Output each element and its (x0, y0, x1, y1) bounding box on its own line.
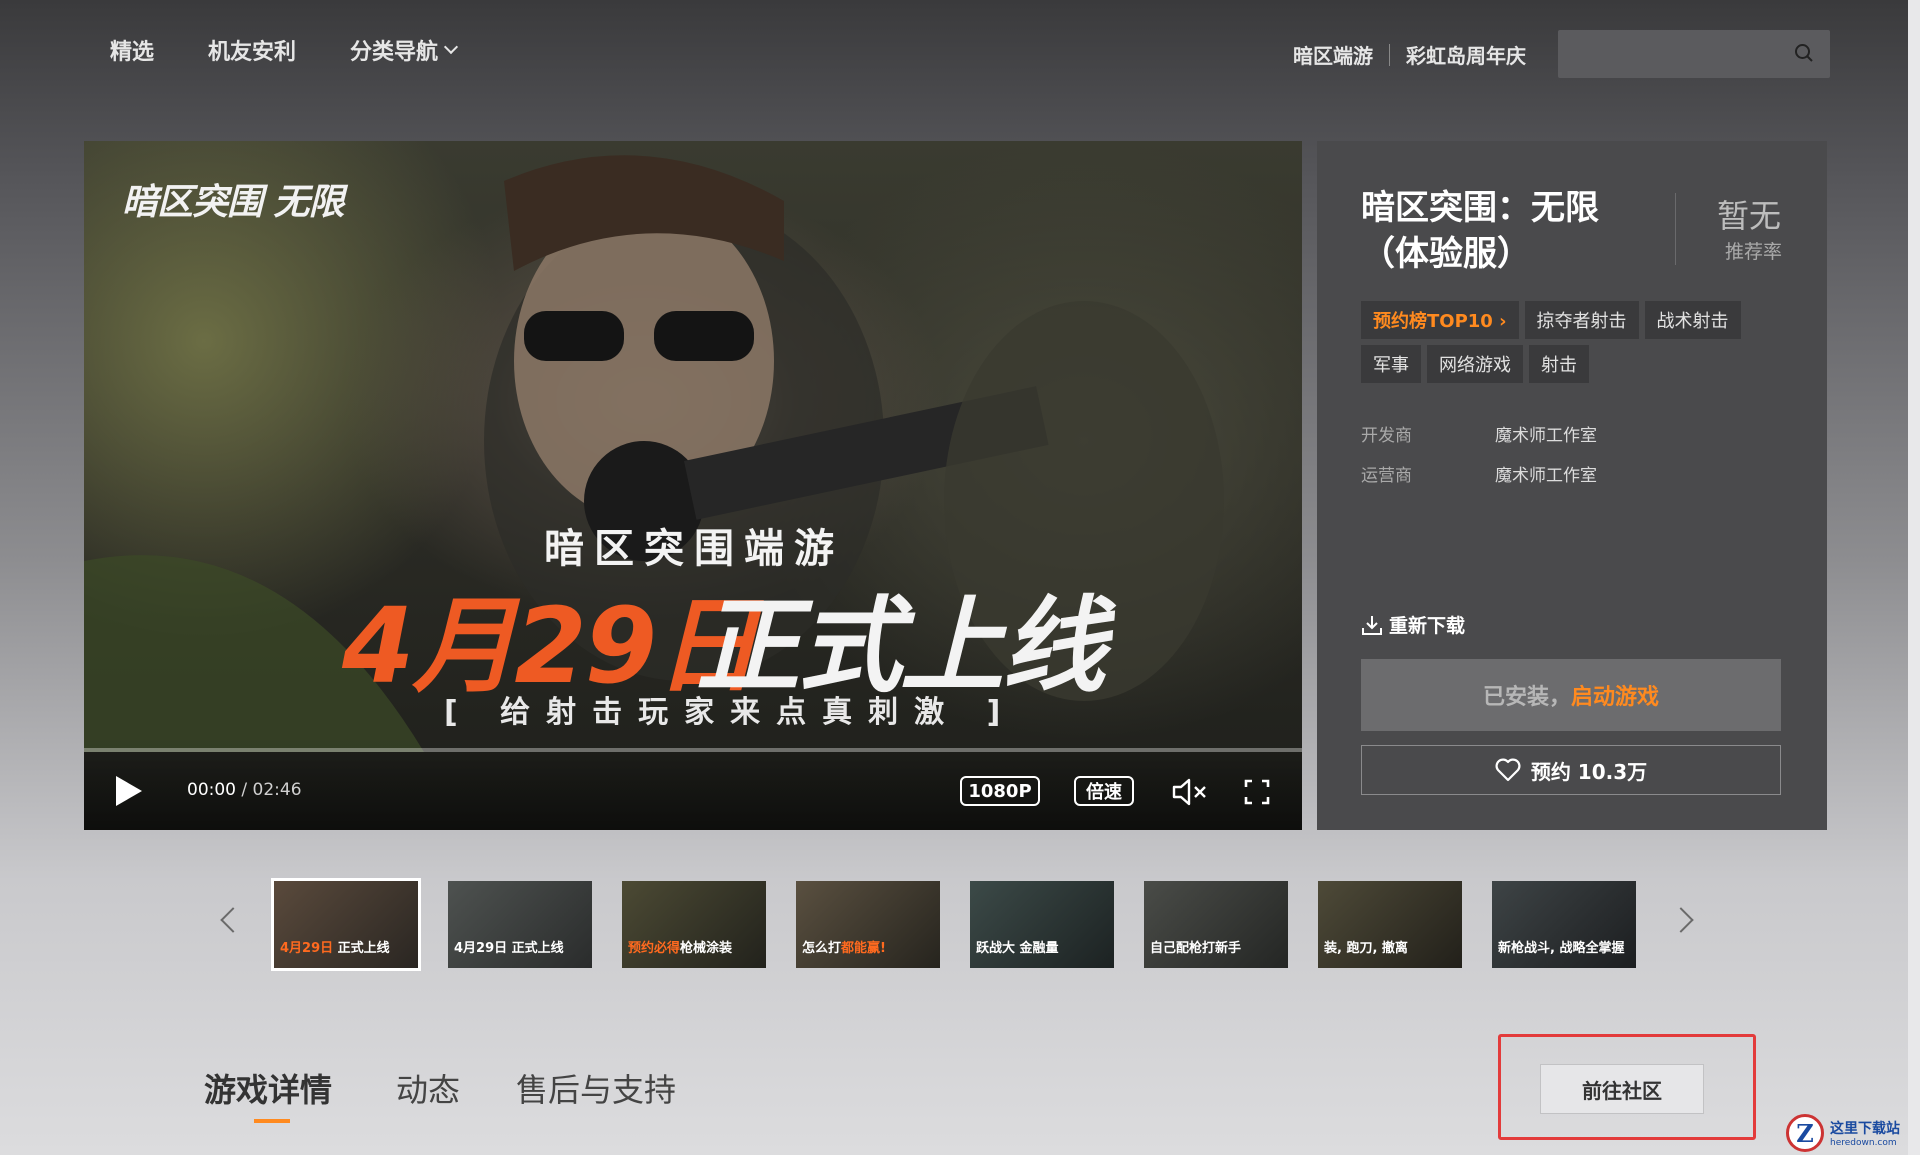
tag[interactable]: 掠夺者射击 (1524, 301, 1639, 339)
video-player[interactable]: 暗区突围 无限 暗区突围端游 4月29日 正式上线 [ 给射击玩家来点真刺激 ]… (84, 141, 1302, 830)
window-edge (1908, 0, 1920, 1155)
watermark-text: 这里下载站 heredown.com (1830, 1118, 1900, 1148)
thumbnail-caption: 跃战大 金融量 (976, 937, 1059, 956)
tab-game-details[interactable]: 游戏详情 (204, 1065, 332, 1111)
installed-label: 已安装， (1482, 685, 1571, 710)
video-tagline: [ 给射击玩家来点真刺激 ] (444, 695, 1017, 730)
caption-text: 自己配枪打新手 (1150, 941, 1242, 956)
tag[interactable]: 军事 (1361, 345, 1421, 383)
nav-label: 机友安利 (208, 40, 297, 65)
caption-text: 跃战大 金融量 (976, 941, 1059, 956)
game-info-panel: 暗区突围：无限 （体验服） 暂无 推荐率 预约榜TOP10 › 掠夺者射击 战术… (1317, 141, 1827, 830)
nav-item-recommend[interactable]: 机友安利 (208, 34, 296, 66)
speed-button[interactable]: 倍速 (1074, 776, 1134, 806)
watermark-logo: Z (1786, 1114, 1824, 1152)
thumbnail-caption: 4月29日 正式上线 (280, 937, 390, 956)
caption-highlight: 预约必得 (628, 941, 681, 956)
thumbnail[interactable]: 怎么打都能赢! (796, 881, 940, 968)
current-time: 00:00 (187, 780, 236, 800)
thumbnail[interactable]: 自己配枪打新手 (1144, 881, 1288, 968)
caption-highlight: 都能赢! (841, 941, 886, 956)
divider (1389, 43, 1390, 66)
play-icon[interactable] (116, 776, 142, 806)
caption-text: 装, 跑刀, 撤离 (1324, 941, 1408, 956)
reserve-label: 预约 10.3万 (1530, 759, 1648, 784)
thumbnail[interactable]: 跃战大 金融量 (970, 881, 1114, 968)
thumbnail-caption: 预约必得枪械涂装 (628, 937, 732, 956)
redownload-link[interactable]: 重新下载 (1361, 611, 1465, 638)
search-icon[interactable] (1794, 43, 1814, 63)
rating-label: 推荐率 (1725, 241, 1783, 263)
game-title-line1: 暗区突围：无限 (1361, 188, 1599, 228)
game-title-line2: （体验服） (1361, 234, 1531, 274)
rating-value: 暂无 (1717, 197, 1782, 235)
thumbnail[interactable]: 装, 跑刀, 撤离 (1318, 881, 1462, 968)
promo-links: 暗区端游 彩虹岛周年庆 (1293, 40, 1526, 69)
watermark: Z 这里下载站 heredown.com (1786, 1114, 1916, 1152)
video-controls: 00:00 / 02:46 1080P 倍速 (84, 752, 1302, 830)
thumbnail-caption: 4月29日 正式上线 (454, 937, 564, 956)
divider (1675, 193, 1676, 265)
watermark-url: heredown.com (1830, 1138, 1897, 1148)
go-to-community-button[interactable]: 前往社区 (1540, 1064, 1704, 1114)
tab-support[interactable]: 售后与支持 (516, 1065, 676, 1111)
caption-text: 正式上线 (333, 941, 390, 956)
caption-highlight: 4月29日 (280, 941, 334, 956)
quality-button[interactable]: 1080P (960, 776, 1040, 806)
caption-text: 怎么打 (802, 941, 842, 956)
time-separator: / (236, 780, 253, 800)
nav-item-featured[interactable]: 精选 (110, 34, 154, 66)
redownload-label: 重新下载 (1389, 615, 1466, 637)
nav-item-categories[interactable]: 分类导航 (350, 34, 459, 66)
reserve-button[interactable]: 预约 10.3万 (1361, 745, 1781, 795)
thumbnail-caption: 怎么打都能赢! (802, 937, 886, 956)
promo-link-anniversary[interactable]: 彩虹岛周年庆 (1406, 40, 1526, 69)
thumbnail[interactable]: 预约必得枪械涂装 (622, 881, 766, 968)
developer-row: 开发商 魔术师工作室 (1361, 421, 1597, 446)
tag-list: 预约榜TOP10 › 掠夺者射击 战术射击 军事 网络游戏 射击 (1361, 301, 1801, 383)
heart-icon (1495, 758, 1521, 782)
tag[interactable]: 网络游戏 (1427, 345, 1523, 383)
thumbnail-caption: 新枪战斗, 战略全掌握 (1498, 937, 1624, 956)
tab-updates[interactable]: 动态 (396, 1065, 460, 1111)
thumbnail-caption: 装, 跑刀, 撤离 (1324, 937, 1408, 956)
publisher-value: 魔术师工作室 (1495, 466, 1597, 486)
caption-text: 枪械涂装 (680, 941, 733, 956)
video-logo: 暗区突围 无限 (122, 182, 345, 223)
caption-text: 新枪战斗, 战略全掌握 (1498, 941, 1625, 956)
duration: 02:46 (252, 780, 302, 800)
thumbnail[interactable]: 新枪战斗, 战略全掌握 (1492, 881, 1636, 968)
publisher-row: 运营商 魔术师工作室 (1361, 461, 1597, 486)
game-title: 暗区突围：无限 （体验服） (1361, 185, 1661, 277)
launch-label: 启动游戏 (1571, 685, 1660, 710)
thumb-prev-icon[interactable] (220, 907, 246, 933)
thumb-next-icon[interactable] (1668, 907, 1694, 933)
thumbnail[interactable]: 4月29日 正式上线 (448, 881, 592, 968)
publisher-label: 运营商 (1361, 466, 1412, 486)
nav-label: 精选 (110, 40, 155, 65)
launch-game-button[interactable]: 已安装， 启动游戏 (1361, 659, 1781, 731)
download-icon (1362, 615, 1382, 635)
watermark-name: 这里下载站 (1830, 1121, 1900, 1137)
search-input[interactable] (1558, 30, 1830, 78)
tag[interactable]: 战术射击 (1644, 301, 1741, 339)
fullscreen-icon[interactable] (1244, 779, 1270, 805)
tag[interactable]: 射击 (1529, 345, 1589, 383)
top-nav: 精选 机友安利 分类导航 (110, 34, 459, 66)
mute-icon[interactable] (1172, 777, 1208, 807)
promo-link-pc[interactable]: 暗区端游 (1293, 40, 1373, 69)
video-time: 00:00 / 02:46 (187, 780, 302, 800)
thumbnail[interactable]: 4月29日 正式上线 (271, 878, 421, 971)
caption-text: 4月29日 正式上线 (454, 941, 564, 956)
chevron-down-icon (443, 39, 459, 55)
thumbnail-caption: 自己配枪打新手 (1150, 937, 1241, 956)
nav-label: 分类导航 (350, 40, 439, 65)
developer-value: 魔术师工作室 (1495, 426, 1597, 446)
tag-top10[interactable]: 预约榜TOP10 › (1361, 301, 1519, 339)
tab-active-indicator (254, 1119, 290, 1123)
developer-label: 开发商 (1361, 426, 1412, 446)
